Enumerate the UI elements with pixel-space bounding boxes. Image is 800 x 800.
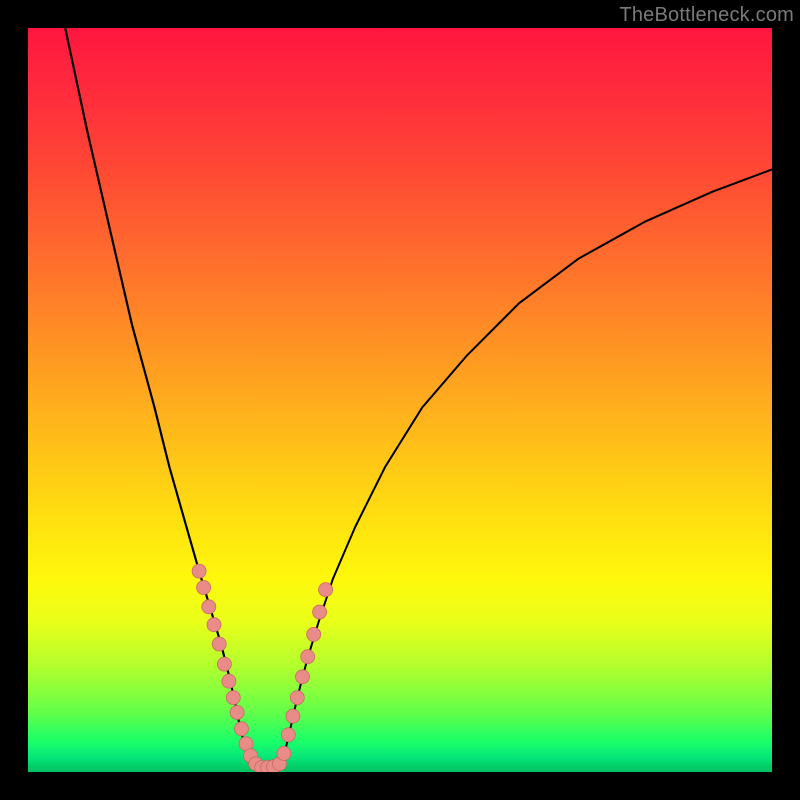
data-point (296, 670, 310, 684)
chart-stage: TheBottleneck.com (0, 0, 800, 800)
data-point (192, 564, 206, 578)
data-point (197, 581, 211, 595)
points-layer (192, 564, 333, 772)
data-point (281, 728, 295, 742)
chart-svg (28, 28, 772, 772)
data-point (286, 709, 300, 723)
data-point (212, 637, 226, 651)
data-point (319, 583, 333, 597)
data-point (217, 657, 231, 671)
curve-layer (65, 28, 772, 771)
data-point (301, 650, 315, 664)
data-point (313, 605, 327, 619)
data-point (207, 618, 221, 632)
plot-area (28, 28, 772, 772)
data-point (277, 746, 291, 760)
curve-right-path (281, 169, 772, 768)
data-point (230, 706, 244, 720)
data-point (226, 691, 240, 705)
watermark-text: TheBottleneck.com (619, 4, 794, 27)
data-point (202, 600, 216, 614)
data-point (235, 722, 249, 736)
data-point (307, 627, 321, 641)
data-point (290, 691, 304, 705)
data-point (222, 674, 236, 688)
